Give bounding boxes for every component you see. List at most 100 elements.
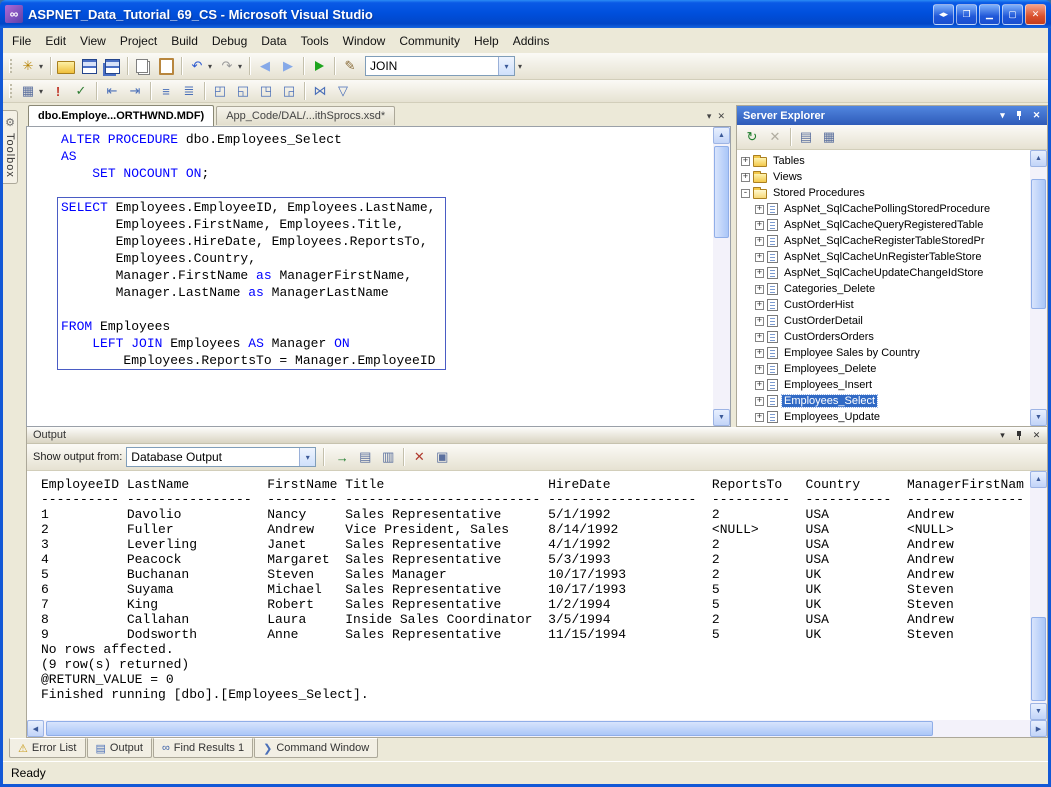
maximize-icon[interactable]: ▢ xyxy=(1002,4,1023,25)
expand-icon[interactable]: + xyxy=(755,317,764,326)
expand-icon[interactable]: + xyxy=(755,397,764,406)
menu-item-project[interactable]: Project xyxy=(113,31,164,51)
tree-item-employees-select[interactable]: +Employees_Select xyxy=(737,393,1030,409)
expand-icon[interactable]: + xyxy=(755,237,764,246)
decrease-indent-icon[interactable]: ⇤ xyxy=(101,81,123,101)
tree-item-aspnet-sqlcachepollingstoredprocedure[interactable]: +AspNet_SqlCachePollingStoredProcedure xyxy=(737,201,1030,217)
add-new-item-dropdown-icon[interactable]: ▾ xyxy=(36,56,46,76)
start-debug-icon[interactable] xyxy=(308,56,330,76)
scroll-down-icon[interactable]: ▼ xyxy=(1030,703,1047,720)
goto-message-icon[interactable]: → xyxy=(331,447,353,467)
auto-hide-pin-icon[interactable] xyxy=(1012,428,1027,442)
expand-icon[interactable]: + xyxy=(755,333,764,342)
tree-item-tables[interactable]: +Tables xyxy=(737,153,1030,169)
save-all-icon[interactable] xyxy=(101,56,123,76)
window-position-dropdown-icon[interactable]: ▾ xyxy=(995,428,1010,442)
menu-item-file[interactable]: File xyxy=(5,31,38,51)
scroll-left-icon[interactable]: ◀ xyxy=(27,720,44,737)
connect-to-database-icon[interactable]: ▤ xyxy=(795,127,817,147)
sql-code-editor[interactable]: ALTER PROCEDURE dbo.Employees_SelectAS S… xyxy=(27,127,730,426)
expand-icon[interactable]: + xyxy=(741,173,750,182)
expand-icon[interactable]: + xyxy=(755,365,764,374)
editor-scrollbar-thumb[interactable] xyxy=(714,146,729,238)
scroll-up-icon[interactable]: ▲ xyxy=(713,127,730,144)
filter-icon[interactable]: ▽ xyxy=(332,81,354,101)
find-icon[interactable]: ✎ xyxy=(339,56,361,76)
output-horizontal-scrollbar[interactable]: ◀ ▶ xyxy=(27,720,1047,737)
tree-item-aspnet-sqlcacheregistertablestoredpr[interactable]: +AspNet_SqlCacheRegisterTableStoredPr xyxy=(737,233,1030,249)
tree-item-employees-delete[interactable]: +Employees_Delete xyxy=(737,361,1030,377)
verify-sql-icon[interactable]: ✓ xyxy=(70,81,92,101)
expand-icon[interactable]: + xyxy=(755,349,764,358)
tree-item-custorderdetail[interactable]: +CustOrderDetail xyxy=(737,313,1030,329)
tree-item-custordersorders[interactable]: +CustOrdersOrders xyxy=(737,329,1030,345)
output-source-combo[interactable]: Database Output ▾ xyxy=(126,447,316,467)
panel-tab-error-list[interactable]: ⚠Error List xyxy=(9,738,86,758)
output-scrollbar-track[interactable] xyxy=(1030,488,1047,703)
show-sql-pane-icon[interactable]: ◳ xyxy=(255,81,277,101)
window-nav-icon[interactable]: ◂▸ xyxy=(933,4,954,25)
menu-item-build[interactable]: Build xyxy=(164,31,205,51)
clear-all-icon[interactable]: ✕ xyxy=(408,447,430,467)
increase-indent-icon[interactable]: ⇥ xyxy=(124,81,146,101)
panel-tab-find-results-1[interactable]: ∞Find Results 1 xyxy=(153,738,253,758)
collapse-icon[interactable]: - xyxy=(741,189,750,198)
panel-tab-output[interactable]: ▤Output xyxy=(87,738,152,758)
output-hscrollbar-thumb[interactable] xyxy=(46,721,933,736)
output-vertical-scrollbar[interactable]: ▲ ▼ xyxy=(1030,471,1047,720)
navigate-backward-icon[interactable]: ◀ xyxy=(254,56,276,76)
show-diagram-pane-icon[interactable]: ◰ xyxy=(209,81,231,101)
tree-item-custorderhist[interactable]: +CustOrderHist xyxy=(737,297,1030,313)
paste-icon[interactable] xyxy=(155,56,177,76)
menu-item-data[interactable]: Data xyxy=(254,31,293,51)
scroll-down-icon[interactable]: ▼ xyxy=(713,409,730,426)
document-list-dropdown-icon[interactable]: ▾ xyxy=(707,111,712,122)
document-tab-app-code-dal-ithsprocs-xsd[interactable]: App_Code/DAL/...ithSprocs.xsd* xyxy=(216,106,395,125)
tree-item-aspnet-sqlcacheupdatechangeidstore[interactable]: +AspNet_SqlCacheUpdateChangeIdStore xyxy=(737,265,1030,281)
undo-dropdown-icon[interactable]: ▾ xyxy=(205,56,215,76)
menu-item-addins[interactable]: Addins xyxy=(506,31,557,51)
toolbar-options-icon[interactable]: ▾ xyxy=(515,56,525,76)
execute-sql-icon[interactable]: ! xyxy=(47,81,69,101)
scroll-up-icon[interactable]: ▲ xyxy=(1030,150,1047,167)
output-text[interactable]: EmployeeID LastName FirstName Title Hire… xyxy=(27,471,1030,720)
toggle-word-wrap-icon[interactable]: ▣ xyxy=(431,447,453,467)
tree-item-employees-insert[interactable]: +Employees_Insert xyxy=(737,377,1030,393)
tree-item-aspnet-sqlcacheunregistertablestore[interactable]: +AspNet_SqlCacheUnRegisterTableStore xyxy=(737,249,1030,265)
menu-item-help[interactable]: Help xyxy=(467,31,506,51)
save-icon[interactable] xyxy=(78,56,100,76)
toolbar-find-combo[interactable]: JOIN ▾ xyxy=(365,56,515,76)
expand-icon[interactable]: + xyxy=(755,285,764,294)
stop-refresh-icon[interactable]: ✕ xyxy=(764,127,786,147)
tree-item-aspnet-sqlcachequeryregisteredtable[interactable]: +AspNet_SqlCacheQueryRegisteredTable xyxy=(737,217,1030,233)
tree-item-employees-update[interactable]: +Employees_Update xyxy=(737,409,1030,425)
window-position-dropdown-icon[interactable]: ▾ xyxy=(995,109,1010,123)
menu-item-edit[interactable]: Edit xyxy=(38,31,73,51)
close-icon[interactable]: ✕ xyxy=(1025,4,1046,25)
menu-item-community[interactable]: Community xyxy=(392,31,467,51)
output-scrollbar-thumb[interactable] xyxy=(1031,617,1046,701)
toolbox-tab[interactable]: ⚙ Toolbox xyxy=(3,110,18,184)
expand-icon[interactable]: + xyxy=(755,381,764,390)
previous-message-icon[interactable]: ▤ xyxy=(354,447,376,467)
join-tables-icon[interactable]: ⋈ xyxy=(309,81,331,101)
refresh-icon[interactable]: ↻ xyxy=(741,127,763,147)
expand-icon[interactable]: + xyxy=(755,269,764,278)
numbered-list-icon[interactable]: ≣ xyxy=(178,81,200,101)
expand-icon[interactable]: + xyxy=(755,253,764,262)
server-explorer-scrollbar-track[interactable] xyxy=(1030,167,1047,409)
next-message-icon[interactable]: ▥ xyxy=(377,447,399,467)
expand-icon[interactable]: + xyxy=(755,205,764,214)
expand-icon[interactable]: + xyxy=(755,301,764,310)
tree-item-categories-delete[interactable]: +Categories_Delete xyxy=(737,281,1030,297)
minimize-icon[interactable]: ▁ xyxy=(979,4,1000,25)
menu-item-view[interactable]: View xyxy=(73,31,113,51)
expand-icon[interactable]: + xyxy=(755,413,764,422)
window-restore-icon[interactable]: ❐ xyxy=(956,4,977,25)
combo-dropdown-icon[interactable]: ▾ xyxy=(299,448,315,466)
tree-item-views[interactable]: +Views xyxy=(737,169,1030,185)
open-file-icon[interactable] xyxy=(55,56,77,76)
navigate-forward-icon[interactable]: ▶ xyxy=(277,56,299,76)
show-results-pane-icon[interactable]: ◲ xyxy=(278,81,300,101)
close-output-icon[interactable]: ✕ xyxy=(1029,428,1044,442)
